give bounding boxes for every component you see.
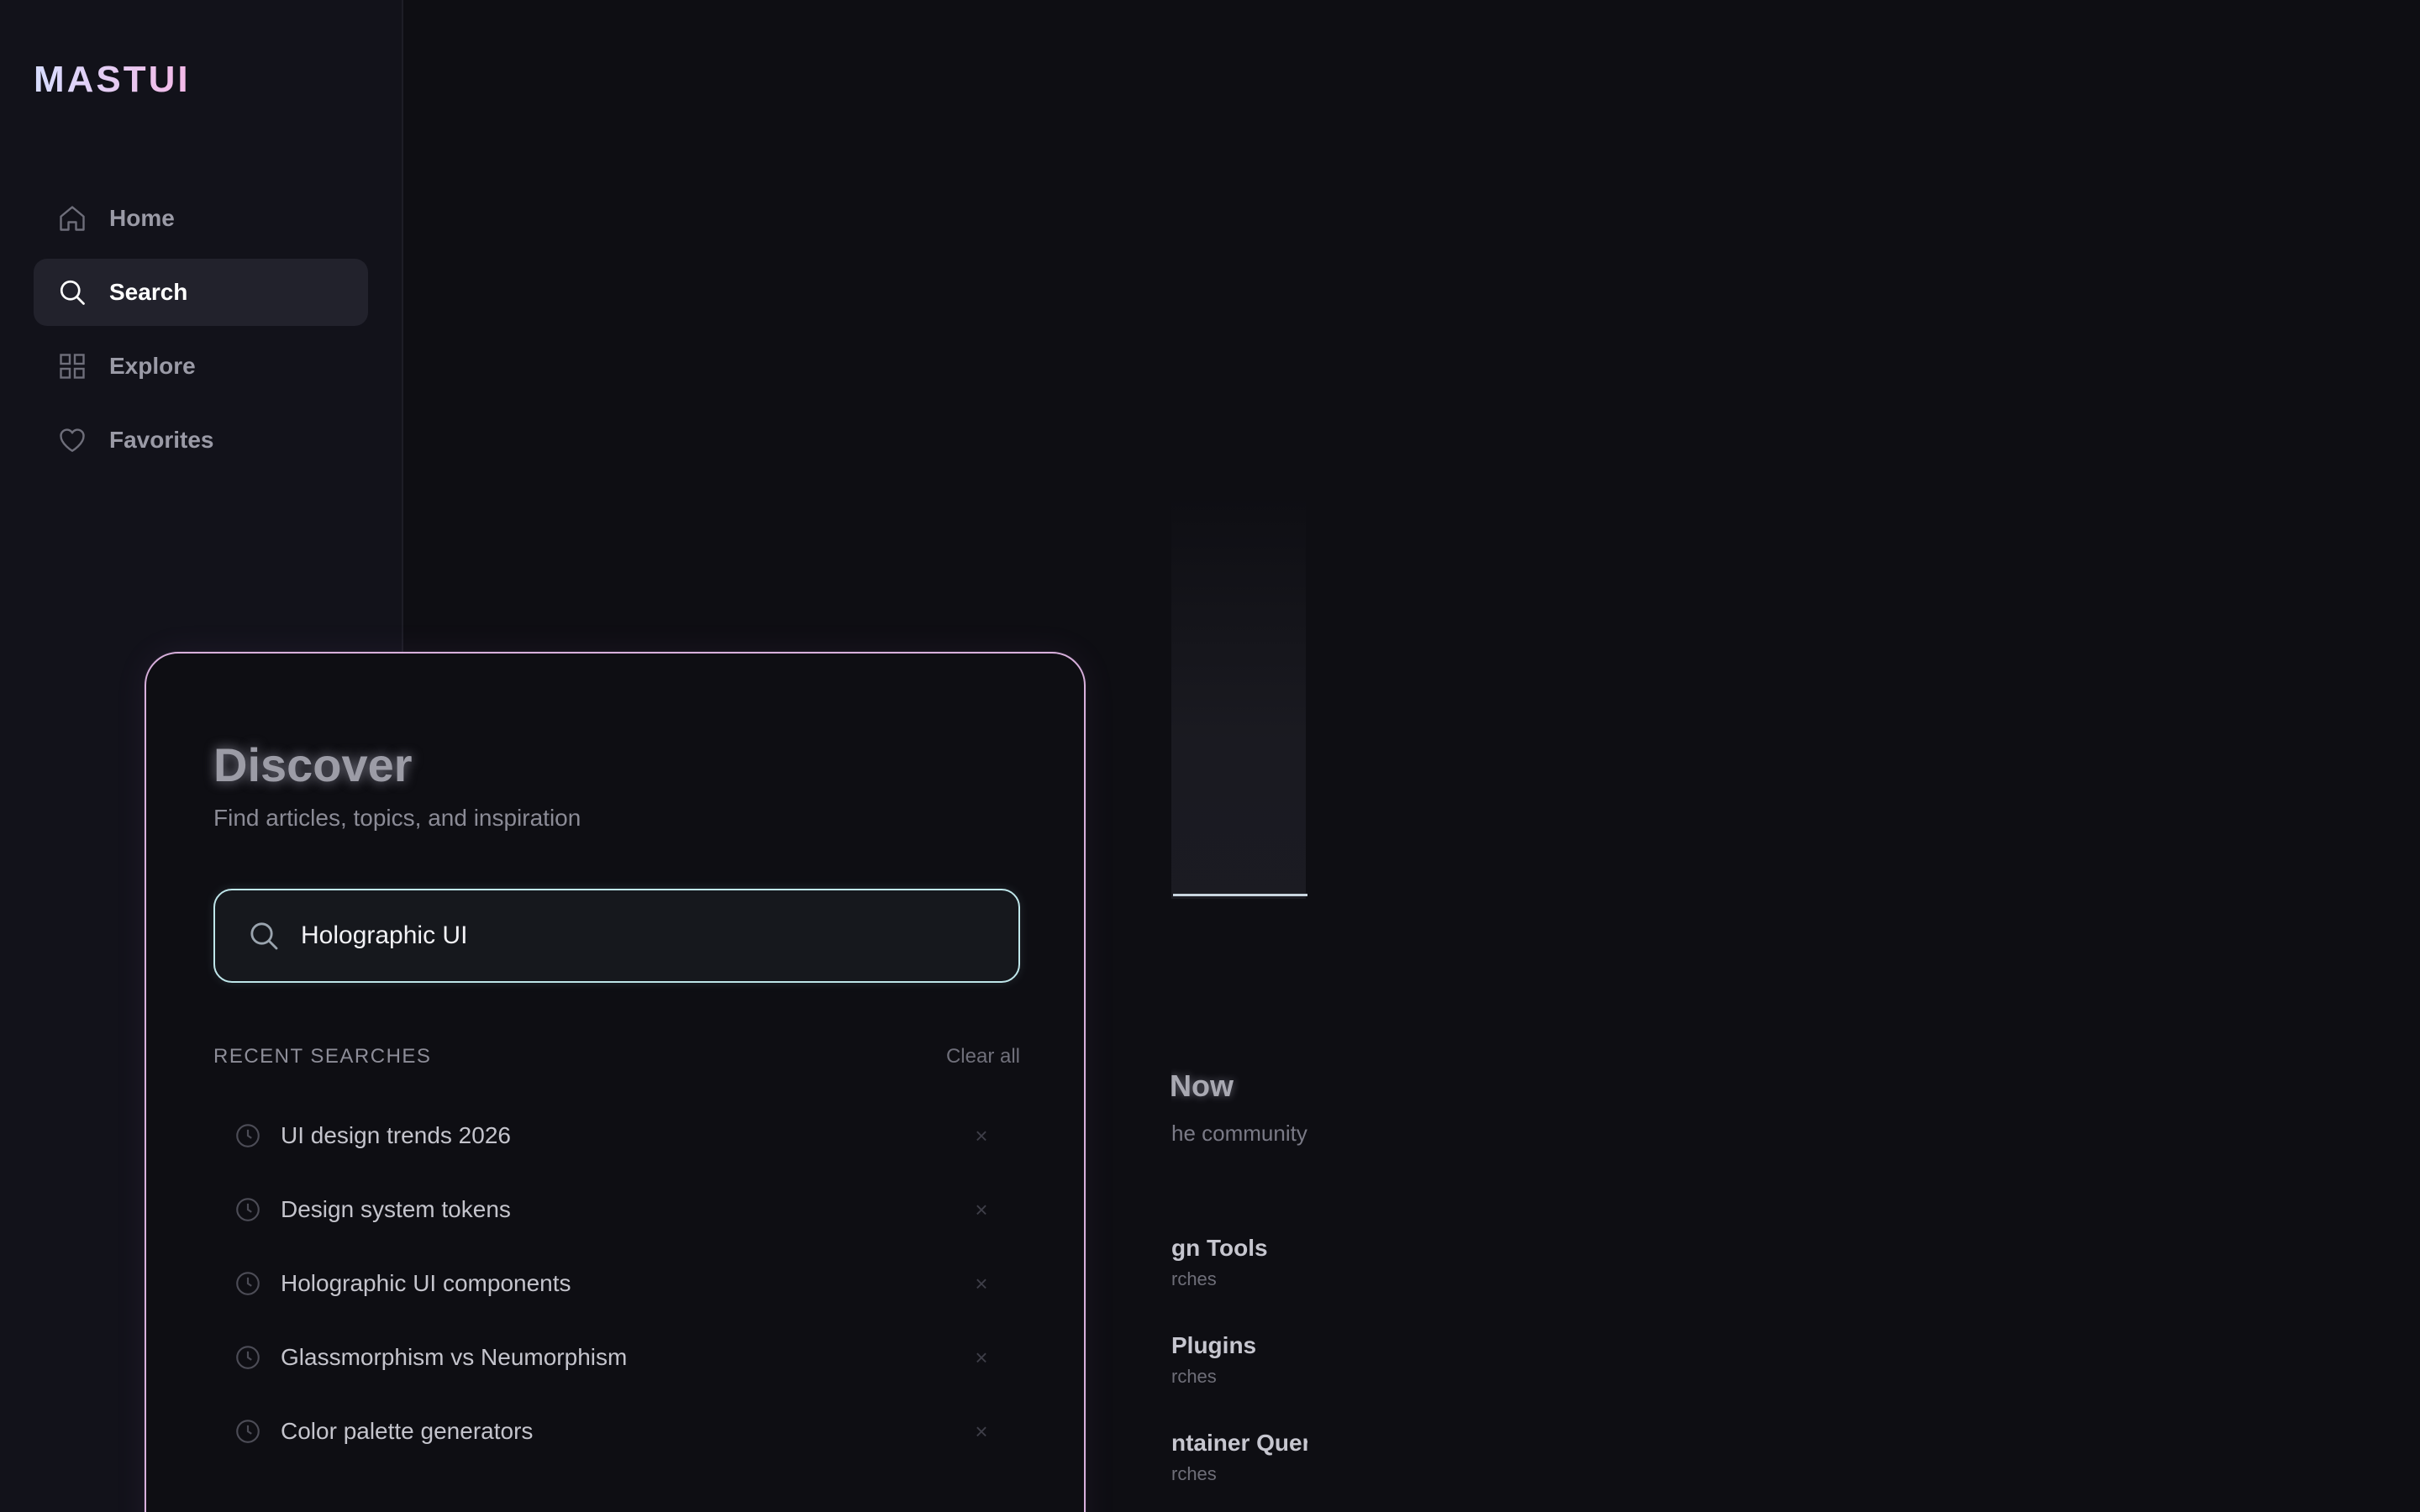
remove-icon[interactable]: ×	[965, 1271, 998, 1297]
grid-icon	[57, 351, 87, 381]
trending-item-title: Plugins	[1171, 1332, 1257, 1358]
sidebar-item-home[interactable]: Home	[34, 185, 368, 252]
recent-searches-label: RECENT SEARCHES	[213, 1045, 432, 1068]
trending-item-count: rches	[1171, 1366, 1217, 1387]
sidebar-item-favorites[interactable]: Favorites	[34, 407, 368, 474]
recent-search-item[interactable]: Holographic UI components ×	[213, 1247, 1020, 1320]
remove-icon[interactable]: ×	[965, 1123, 998, 1149]
trending-subtitle: he community	[1171, 1121, 1307, 1146]
home-icon	[57, 203, 87, 234]
sidebar-item-explore[interactable]: Explore	[34, 333, 368, 400]
panel-title: Discover	[213, 738, 413, 791]
recent-search-item[interactable]: Design system tokens ×	[213, 1173, 1020, 1247]
recent-search-text: Glassmorphism vs Neumorphism	[281, 1344, 628, 1370]
trending-title: Now	[1171, 1068, 1234, 1103]
sidebar-nav: Home Search Explore Favorites	[34, 185, 368, 480]
sidebar-item-search[interactable]: Search	[34, 259, 368, 326]
sidebar-item-label: Home	[109, 205, 175, 231]
heart-icon	[57, 425, 87, 455]
remove-icon[interactable]: ×	[965, 1345, 998, 1371]
recent-search-text: Color palette generators	[281, 1418, 534, 1444]
background-trending-section: Now he community gn Tools rches Plugins …	[1171, 0, 1307, 1512]
remove-icon[interactable]: ×	[965, 1197, 998, 1223]
recent-search-text: UI design trends 2026	[281, 1122, 511, 1148]
search-field[interactable]	[213, 889, 1020, 983]
clock-icon	[236, 1420, 260, 1443]
recent-search-text: Holographic UI components	[281, 1270, 571, 1296]
app-logo[interactable]: MASTUI	[34, 59, 191, 101]
clock-icon	[236, 1124, 260, 1147]
trending-item-count: rches	[1171, 1268, 1217, 1289]
clock-icon	[236, 1198, 260, 1221]
trending-item[interactable]: Plugins rches	[1171, 1332, 1256, 1388]
recent-search-item[interactable]: UI design trends 2026 ×	[213, 1099, 1020, 1173]
recent-search-item[interactable]: Color palette generators ×	[213, 1394, 1020, 1468]
panel-subtitle: Find articles, topics, and inspiration	[213, 805, 581, 831]
recent-searches-list: UI design trends 2026 × Design system to…	[213, 1099, 1020, 1468]
search-input[interactable]	[301, 921, 973, 950]
recent-searches-header: RECENT SEARCHES Clear all	[213, 1045, 1020, 1068]
search-icon	[250, 922, 278, 950]
trending-item-title: gn Tools	[1171, 1235, 1268, 1261]
sidebar-item-label: Favorites	[109, 427, 214, 453]
trending-item-title: ntainer Quer	[1171, 1430, 1307, 1456]
trending-item[interactable]: gn Tools rches	[1171, 1235, 1268, 1290]
app-root: MASTUI Home Search Explore Favorites Now…	[0, 0, 2420, 1512]
discover-panel: Discover Find articles, topics, and insp…	[145, 652, 1086, 1512]
trending-item-count: rches	[1171, 1463, 1217, 1484]
recent-search-item[interactable]: Glassmorphism vs Neumorphism ×	[213, 1320, 1020, 1394]
recent-search-text: Design system tokens	[281, 1196, 511, 1222]
search-icon	[57, 277, 87, 307]
sidebar-item-label: Search	[109, 279, 188, 305]
clear-all-button[interactable]: Clear all	[946, 1045, 1020, 1068]
clock-icon	[236, 1272, 260, 1295]
remove-icon[interactable]: ×	[965, 1419, 998, 1445]
trending-item[interactable]: ntainer Quer rches	[1171, 1430, 1307, 1485]
clock-icon	[236, 1346, 260, 1369]
sidebar-item-label: Explore	[109, 353, 196, 379]
